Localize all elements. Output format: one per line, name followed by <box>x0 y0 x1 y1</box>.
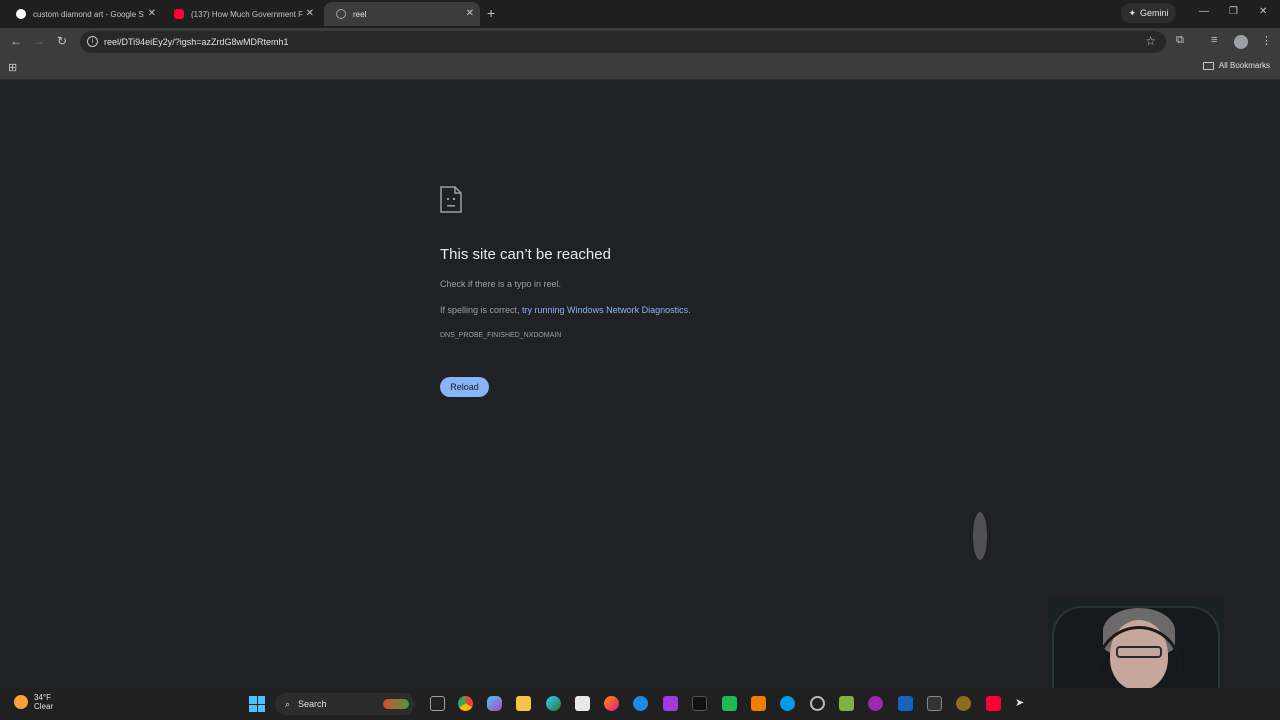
file-explorer-icon[interactable] <box>516 696 531 711</box>
sparkle-icon: ✦ <box>1128 7 1137 18</box>
weather-widget[interactable]: 34°F Clear <box>14 693 53 711</box>
all-bookmarks-button[interactable]: All Bookmarks <box>1202 61 1270 70</box>
error-icon-wrap <box>440 186 462 218</box>
search-icon: ⌕ <box>285 698 291 709</box>
suggestion-prefix: If spelling is correct, <box>440 305 523 315</box>
page-title: This site can’t be reached <box>440 246 611 263</box>
app-leaf-icon[interactable] <box>839 696 854 711</box>
suggestion-suffix: . <box>688 305 691 315</box>
menu-icon[interactable]: ⋮ <box>1261 34 1272 47</box>
taskbar: 34°F Clear ⌕ Search ➤ <box>0 688 1280 720</box>
cursor-icon[interactable]: ➤ <box>1015 696 1030 711</box>
weather-desc: Clear <box>34 702 54 711</box>
url-text[interactable]: reel/DTi94eiEy2y/?igsh=azZrdG8wMDRtemh1 <box>104 37 289 47</box>
tab-strip: custom diamond art - Google S ✕ (137) Ho… <box>0 0 1280 28</box>
picsart-icon[interactable] <box>663 696 678 711</box>
gemini-label: Gemini <box>1140 8 1169 18</box>
inkscape-icon[interactable] <box>927 696 942 711</box>
tab-title: reel <box>353 9 367 19</box>
app-c-icon[interactable] <box>780 696 795 711</box>
app-green-icon[interactable] <box>722 696 737 711</box>
close-icon[interactable]: ✕ <box>148 8 156 19</box>
tab-reel[interactable]: reel ✕ <box>324 2 480 26</box>
error-hint: Check if there is a typo in reel. <box>440 279 562 289</box>
search-highlight-icon <box>383 699 409 709</box>
info-icon[interactable]: i <box>87 36 98 47</box>
media-controls-icon[interactable]: ≡ <box>1211 34 1217 46</box>
weather-icon <box>14 695 28 709</box>
search-label: Search <box>298 699 327 709</box>
reload-icon[interactable]: ↻ <box>57 34 67 48</box>
bookmark-star-icon[interactable]: ☆ <box>1145 34 1156 48</box>
network-diagnostics-link[interactable]: try running Windows Network Diagnostics <box>522 305 688 315</box>
search-input[interactable]: ⌕ Search <box>275 693 415 715</box>
tab-youtube[interactable]: (137) How Much Government F ✕ <box>162 2 320 26</box>
close-icon[interactable]: ✕ <box>466 8 474 19</box>
app-purple-icon[interactable] <box>868 696 883 711</box>
error-suggestion: If spelling is correct, try running Wind… <box>440 305 691 315</box>
sad-page-icon <box>440 186 462 213</box>
folder-icon <box>1202 61 1214 70</box>
chrome-icon[interactable] <box>458 696 473 711</box>
address-bar[interactable]: i reel/DTi94eiEy2y/?igsh=azZrdG8wMDRtemh… <box>80 31 1166 53</box>
store-icon[interactable] <box>575 696 590 711</box>
forward-button[interactable]: → <box>33 34 45 48</box>
youtube-icon <box>174 9 184 19</box>
mouse-cursor-shadow <box>973 512 987 560</box>
close-window-button[interactable]: ✕ <box>1259 6 1267 17</box>
bookmarks-bar: ⊞ All Bookmarks <box>0 55 1280 80</box>
capcut-icon[interactable] <box>692 696 707 711</box>
all-bookmarks-label: All Bookmarks <box>1218 61 1270 70</box>
apps-grid-icon[interactable]: ⊞ <box>8 61 17 74</box>
extensions-icon[interactable]: ⧉ <box>1176 34 1184 47</box>
error-code: DNS_PROBE_FINISHED_NXDOMAIN <box>440 332 562 339</box>
weather-temp: 34°F <box>34 693 51 702</box>
messenger-icon[interactable] <box>633 696 648 711</box>
minimize-button[interactable]: — <box>1199 6 1209 17</box>
app-gold-icon[interactable] <box>956 696 971 711</box>
edge-icon[interactable] <box>546 696 561 711</box>
app-blue-icon[interactable] <box>898 696 913 711</box>
new-tab-button[interactable]: + <box>487 5 495 21</box>
back-button[interactable]: ← <box>10 34 22 48</box>
tab-google[interactable]: custom diamond art - Google S ✕ <box>4 2 162 26</box>
youtube-icon[interactable] <box>986 696 1001 711</box>
google-icon <box>16 9 26 19</box>
restore-button[interactable]: ❐ <box>1229 6 1238 17</box>
reload-button[interactable]: Reload <box>440 377 489 397</box>
task-view-icon[interactable] <box>430 696 445 711</box>
copilot-icon[interactable] <box>487 696 502 711</box>
gemini-button[interactable]: ✦ Gemini <box>1121 3 1176 23</box>
windows-start-icon[interactable] <box>249 696 265 712</box>
globe-icon <box>336 9 346 19</box>
tab-title: custom diamond art - Google S <box>33 9 144 19</box>
settings-icon[interactable] <box>810 696 825 711</box>
tab-title: (137) How Much Government F <box>191 9 304 19</box>
firefox-icon[interactable] <box>604 696 619 711</box>
app-orange-icon[interactable] <box>751 696 766 711</box>
close-icon[interactable]: ✕ <box>306 8 314 19</box>
avatar[interactable] <box>1234 35 1248 49</box>
